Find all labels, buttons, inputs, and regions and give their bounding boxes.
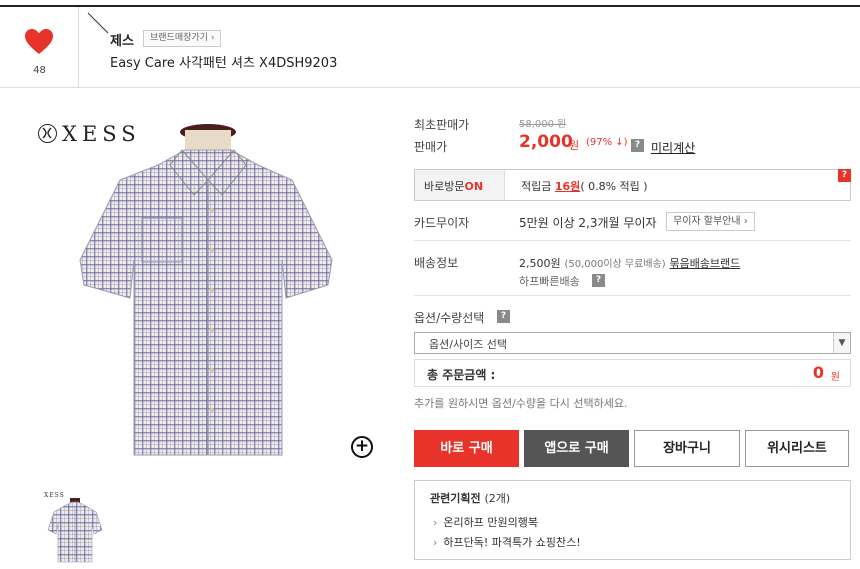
fast-shipping-label: 하프빠른배송 [519,275,580,288]
promo-item[interactable]: › 하프단독! 파격특가 쇼핑찬스! [433,534,581,550]
related-promotions-box: 관련기획전 (2개) › 온리하프 만원의행복 › 하프단독! 파격특가 쇼핑찬스! [414,480,851,560]
reward-points-prefix: 적립금 [521,180,552,193]
visit-help-icon[interactable]: ? [838,169,851,182]
initial-price-label: 최초판매가 [414,118,470,132]
total-amount-box: 총 주문금액 : 0 원 [414,359,851,387]
product-title: Easy Care 사각패턴 셔츠 X4DSH9203 [110,56,338,71]
discount-rate: (97% ↓) [586,137,628,148]
bundle-shipping-link[interactable]: 묶음배송브랜드 [669,257,740,270]
like-count: 48 [33,65,46,76]
brand-store-button[interactable]: 브랜드매장가기 › [143,30,222,47]
chevron-down-icon[interactable]: ▼ [833,333,850,353]
direct-visit-box: 바로방문ON 적립금 16원( 0.8% 적립 ) ? [414,169,851,201]
option-select-value: 옵션/사이즈 선택 [429,338,508,351]
direct-visit-label: 바로방문ON [424,178,483,194]
direct-visit-label-cell: 바로방문ON [415,170,505,200]
heart-icon[interactable] [25,29,53,55]
option-label: 옵션/수량선택 [414,311,485,325]
promo-title: 관련기획전 (2개) [430,490,510,506]
header-divider [0,87,860,88]
total-unit: 원 [830,372,840,383]
svg-text:XESS: XESS [44,492,65,499]
direct-visit-text: 바로방문 [424,180,465,193]
price-calc-link[interactable]: 미리계산 [651,139,695,156]
chevron-right-icon: › [433,516,438,529]
breadcrumb-slash-icon [87,12,109,34]
buy-now-button[interactable]: 바로 구매 [414,430,519,467]
reward-points-text: 적립금 16원( 0.8% 적립 ) [521,178,648,194]
installment-guide-button[interactable]: 무이자 할부안내 › [666,212,755,231]
zoom-icon[interactable]: + [351,436,373,458]
free-shipping-note: (50,000이상 무료배송) [564,259,666,270]
card-text: 5만원 이상 2,3개월 무이자 [519,216,657,230]
reward-points-suffix: ( 0.8% 적립 ) [580,180,648,193]
total-amount: 0 [812,363,824,382]
divider [414,240,851,241]
shipping-fee: 2,500원 [519,257,561,270]
sale-price-label: 판매가 [414,140,448,154]
add-to-cart-button[interactable]: 장바구니 [634,430,740,467]
chevron-right-icon: › [433,536,438,549]
price-help-icon[interactable]: ? [631,139,644,152]
top-border [0,5,860,7]
promo-item-label: 하프단독! 파격특가 쇼핑찬스! [443,536,581,549]
reward-points-link[interactable]: 16원 [555,180,580,193]
original-price: 58,000 원 [519,119,567,130]
divider [414,295,851,296]
direct-visit-on-badge: ON [464,180,484,193]
promo-item[interactable]: › 온리하프 만원의행복 [433,514,538,530]
option-size-select[interactable]: 옵션/사이즈 선택 ▼ [414,332,851,354]
promo-count: (2개) [484,492,511,505]
product-thumbnail[interactable]: XESS [44,490,106,564]
product-main-image[interactable] [70,120,345,465]
option-help-text: 추가를 원하시면 옵션/수량을 다시 선택하세요. [414,397,628,410]
shipping-label: 배송정보 [414,256,459,270]
total-label: 총 주문금액 : [427,368,496,382]
logo-emblem-icon [38,124,57,143]
buy-with-app-button[interactable]: 앱으로 구매 [524,430,629,467]
option-help-icon[interactable]: ? [497,310,510,323]
promo-item-label: 온리하프 만원의행복 [443,516,538,529]
shipping-info: 2,500원 (50,000이상 무료배송) 묶음배송브랜드 [519,255,740,271]
sale-price-unit: 원 [569,139,580,152]
promo-title-text: 관련기획전 [430,492,481,505]
card-label: 카드무이자 [414,216,470,230]
wishlist-button[interactable]: 위시리스트 [745,430,849,467]
brand-name[interactable]: 제스 [110,30,134,49]
like-panel[interactable]: 48 [0,7,79,87]
sale-price: 2,000 [519,132,573,152]
shipping-help-icon[interactable]: ? [592,274,605,287]
